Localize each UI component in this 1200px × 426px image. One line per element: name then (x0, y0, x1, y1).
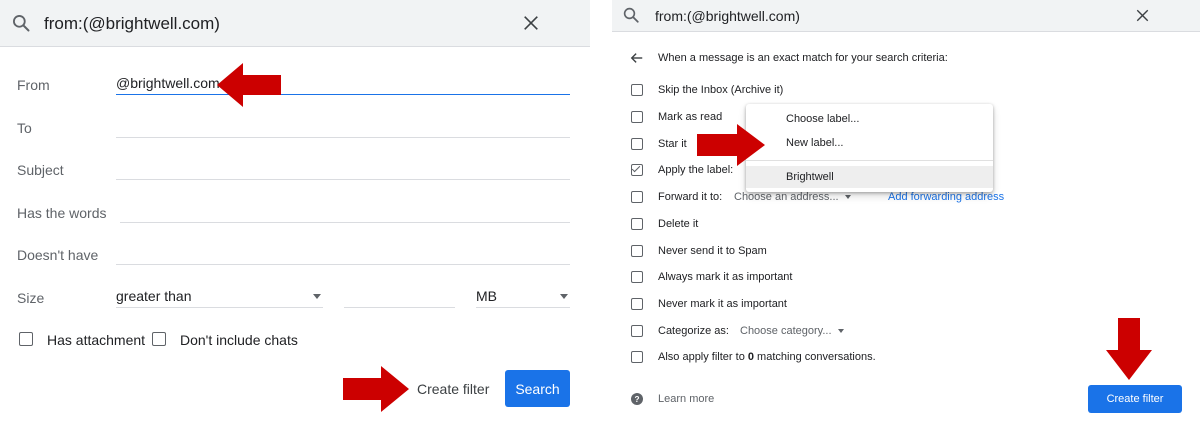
category-select[interactable]: Choose category... (740, 325, 844, 337)
size-value-field[interactable] (344, 285, 455, 308)
has-attachment-label: Has attachment (47, 332, 146, 348)
star-it-label: Star it (658, 138, 687, 150)
svg-text:?: ? (634, 395, 639, 404)
has-words-field[interactable] (120, 200, 570, 223)
never-important-checkbox[interactable] (631, 298, 643, 310)
doesnt-have-field[interactable] (116, 242, 570, 265)
chevron-down-icon (560, 294, 568, 299)
mark-read-checkbox[interactable] (631, 111, 643, 123)
back-arrow-icon[interactable] (630, 51, 644, 65)
search-bar: from:(@brightwell.com) (612, 0, 1200, 32)
search-bar: from:(@brightwell.com) (0, 0, 590, 47)
size-unit-value: MB (476, 288, 497, 304)
label-dropdown-menu: Choose label... New label... Brightwell (746, 104, 993, 192)
subject-field[interactable] (116, 157, 570, 180)
also-apply-suffix: matching conversations. (754, 351, 876, 363)
filter-actions-panel: from:(@brightwell.com) When a message is… (612, 0, 1200, 426)
red-arrow-icon (217, 63, 281, 107)
always-important-checkbox[interactable] (631, 271, 643, 283)
to-field[interactable] (116, 115, 570, 138)
size-label: Size (17, 290, 45, 306)
has-words-label: Has the words (17, 205, 107, 221)
chevron-down-icon (837, 329, 844, 334)
chevron-down-icon (844, 195, 851, 200)
from-label: From (17, 77, 50, 93)
always-important-label: Always mark it as important (658, 271, 793, 283)
never-important-label: Never mark it as important (658, 298, 787, 310)
create-filter-button[interactable]: Create filter (417, 381, 489, 397)
doesnt-have-label: Doesn't have (17, 247, 99, 263)
categorize-checkbox[interactable] (631, 325, 643, 337)
size-operator-select[interactable]: greater than (116, 285, 323, 308)
subject-label: Subject (17, 162, 64, 178)
search-query[interactable]: from:(@brightwell.com) (655, 8, 800, 24)
search-icon[interactable] (622, 6, 640, 24)
also-apply-prefix: Also apply filter to (658, 351, 748, 363)
menu-item-choose-label[interactable]: Choose label... (746, 108, 993, 130)
categorize-label: Categorize as: (658, 325, 729, 337)
dont-include-chats-checkbox[interactable] (152, 332, 166, 346)
from-value: @brightwell.com (116, 75, 220, 91)
red-arrow-icon (343, 366, 409, 412)
red-arrow-icon (697, 124, 765, 166)
from-field[interactable]: @brightwell.com (116, 72, 570, 95)
learn-more-link[interactable]: Learn more (658, 393, 714, 405)
forward-label: Forward it to: (658, 191, 723, 203)
close-icon[interactable] (522, 14, 540, 32)
search-query[interactable]: from:(@brightwell.com) (44, 14, 220, 34)
menu-divider (746, 160, 993, 161)
help-icon[interactable]: ? (631, 393, 643, 405)
size-operator-value: greater than (116, 288, 192, 304)
skip-inbox-label: Skip the Inbox (Archive it) (658, 84, 784, 96)
apply-label-checkbox[interactable] (631, 164, 643, 176)
size-unit-select[interactable]: MB (476, 285, 570, 308)
menu-item-brightwell[interactable]: Brightwell (746, 166, 993, 188)
choose-label-text: Choose label... (786, 113, 860, 125)
has-attachment-checkbox[interactable] (19, 332, 33, 346)
add-forwarding-link[interactable]: Add forwarding address (888, 191, 1004, 203)
skip-inbox-checkbox[interactable] (631, 84, 643, 96)
search-button[interactable]: Search (505, 370, 570, 407)
never-spam-label: Never send it to Spam (658, 245, 767, 257)
delete-it-checkbox[interactable] (631, 218, 643, 230)
also-apply-checkbox[interactable] (631, 351, 643, 363)
red-arrow-icon (1106, 318, 1152, 380)
also-apply-label: Also apply filter to 0 matching conversa… (658, 351, 876, 363)
to-label: To (17, 120, 32, 136)
never-spam-checkbox[interactable] (631, 245, 643, 257)
category-value: Choose category... (740, 325, 832, 337)
create-filter-button[interactable]: Create filter (1088, 385, 1182, 413)
menu-item-new-label[interactable]: New label... (746, 132, 993, 154)
dont-include-chats-label: Don't include chats (180, 332, 298, 348)
chevron-down-icon (313, 294, 321, 299)
forward-checkbox[interactable] (631, 191, 643, 203)
forward-address-value: Choose an address... (734, 191, 839, 203)
new-label-text: New label... (786, 137, 844, 149)
mark-read-label: Mark as read (658, 111, 723, 123)
forward-address-select[interactable]: Choose an address... (734, 191, 851, 203)
star-it-checkbox[interactable] (631, 138, 643, 150)
delete-it-label: Delete it (658, 218, 699, 230)
search-icon[interactable] (11, 13, 31, 33)
brightwell-text: Brightwell (786, 171, 834, 183)
filter-heading: When a message is an exact match for you… (658, 52, 948, 64)
search-options-panel: from:(@brightwell.com) From @brightwell.… (0, 0, 590, 426)
close-icon[interactable] (1135, 8, 1150, 23)
